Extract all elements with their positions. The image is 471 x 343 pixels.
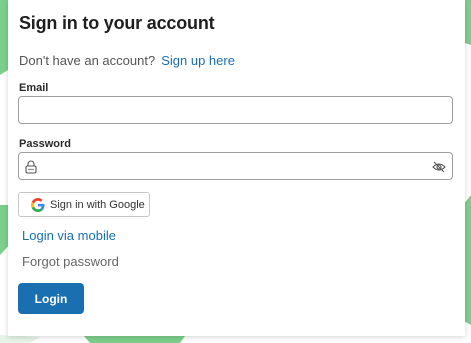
email-label: Email [19, 82, 49, 94]
email-input[interactable] [27, 97, 444, 123]
signin-card: Sign in to your account Don't have an ac… [8, 0, 465, 336]
signup-prompt-text: Don't have an account? [19, 53, 156, 68]
page-title: Sign in to your account [19, 13, 215, 33]
google-signin-button[interactable]: Sign in with Google [18, 192, 150, 217]
password-label: Password [19, 138, 71, 150]
google-logo-icon [31, 198, 45, 212]
password-input[interactable] [45, 153, 422, 179]
email-field-box[interactable] [18, 96, 453, 124]
signup-prompt-line: Don't have an account? Sign up here [19, 53, 235, 68]
password-field-box[interactable] [18, 152, 453, 180]
google-signin-label: Sign in with Google [50, 199, 145, 211]
login-via-mobile-link[interactable]: Login via mobile [22, 228, 116, 243]
login-button[interactable]: Login [18, 283, 84, 314]
lock-icon [25, 160, 37, 174]
forgot-password-link[interactable]: Forgot password [22, 254, 119, 269]
signup-link[interactable]: Sign up here [161, 53, 235, 68]
eye-off-icon[interactable] [432, 161, 446, 173]
